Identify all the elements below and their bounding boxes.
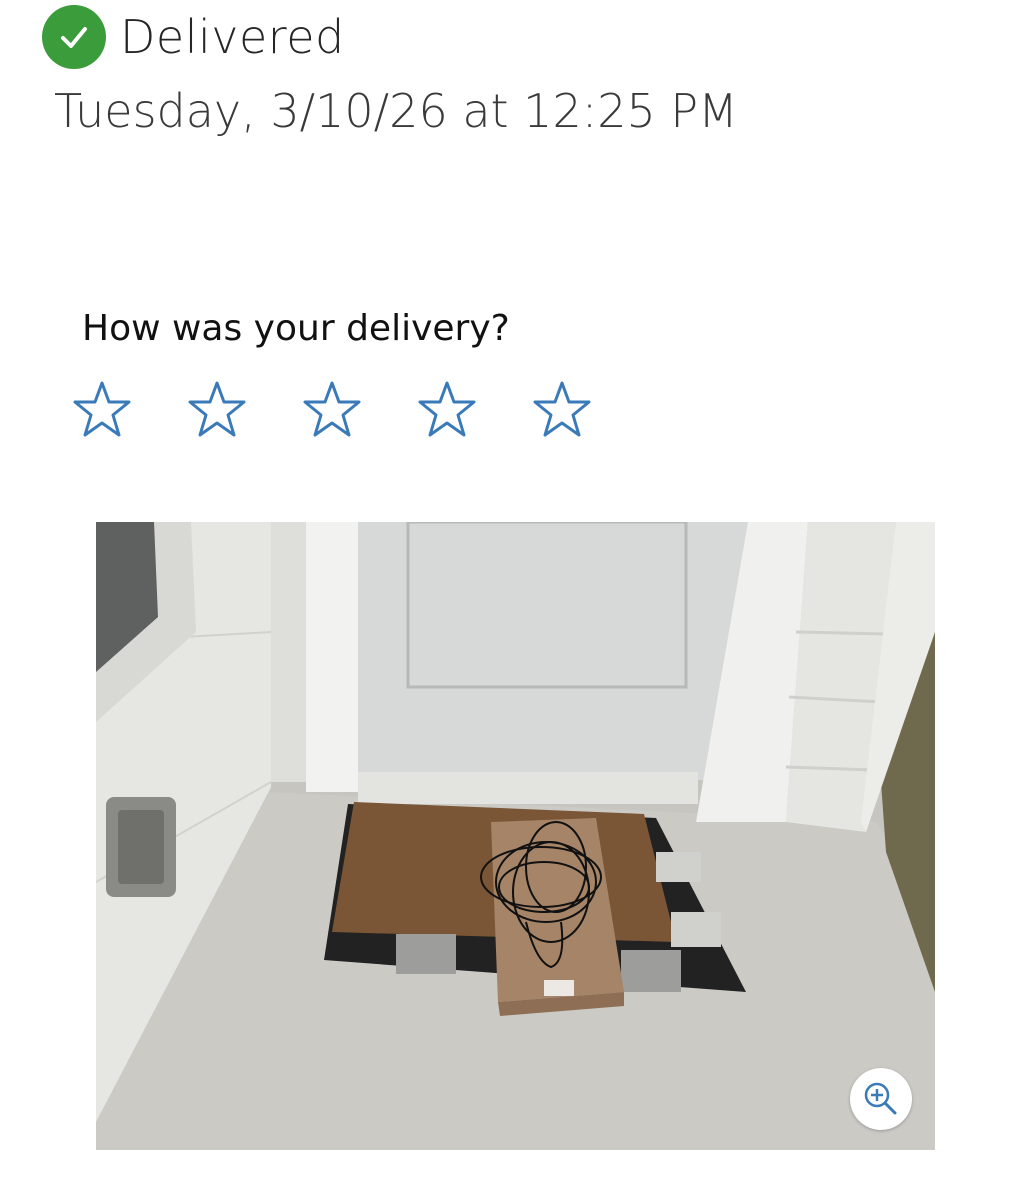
delivery-photo[interactable]	[96, 522, 935, 1150]
star-3-button[interactable]	[300, 378, 364, 442]
delivery-timestamp: Tuesday, 3/10/26 at 12:25 PM	[54, 84, 738, 138]
delivery-status: Delivered	[42, 4, 345, 70]
status-label: Delivered	[120, 10, 345, 64]
star-icon	[418, 381, 476, 437]
zoom-in-button[interactable]	[850, 1068, 912, 1130]
star-icon	[533, 381, 591, 437]
star-1-button[interactable]	[70, 378, 134, 442]
star-rating	[70, 378, 594, 442]
star-4-button[interactable]	[415, 378, 479, 442]
rating-prompt: How was your delivery?	[82, 308, 510, 349]
star-icon	[188, 381, 246, 437]
star-icon	[303, 381, 361, 437]
star-5-button[interactable]	[530, 378, 594, 442]
zoom-in-icon	[864, 1082, 897, 1115]
check-circle-icon	[42, 5, 106, 69]
star-icon	[73, 381, 131, 437]
doorstep-photo-illustration	[96, 522, 935, 1150]
star-2-button[interactable]	[185, 378, 249, 442]
